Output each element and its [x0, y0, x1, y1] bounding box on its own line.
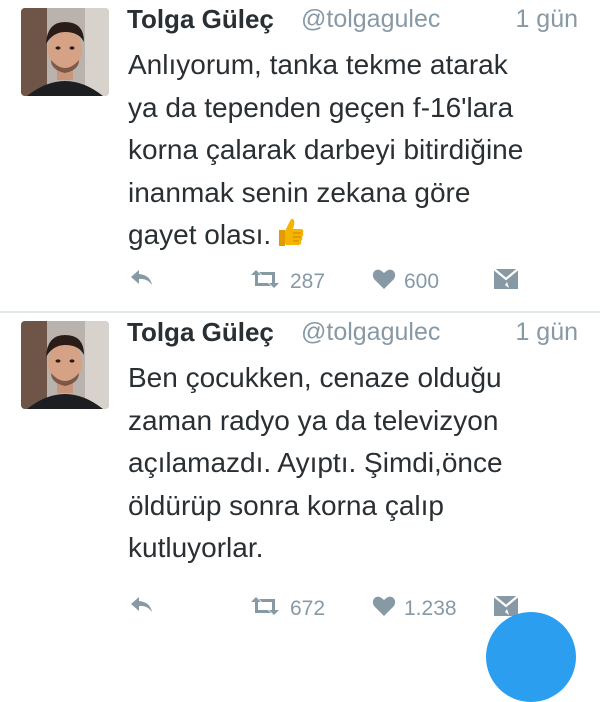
- tweet-text-line: Anlıyorum, tanka tekme atarak: [128, 49, 508, 80]
- tweet-timestamp[interactable]: 1 gün: [515, 318, 578, 347]
- heart-icon: [372, 595, 396, 623]
- retweet-count: 672: [290, 597, 326, 620]
- tweet-timestamp[interactable]: 1 gün: [515, 5, 578, 34]
- author-name[interactable]: Tolga Güleç: [127, 4, 274, 35]
- retweet-count: 287: [290, 270, 326, 293]
- reply-button[interactable]: [129, 595, 155, 621]
- tweet-text-line: inanmak senin zekana göre: [128, 176, 471, 208]
- tweet-text-line-last: gayet olası.: [128, 214, 583, 261]
- tweet-text: Anlıyorum, tanka tekme atarak ya da tepe…: [128, 44, 583, 261]
- reply-icon: [129, 595, 155, 621]
- avatar-image: [21, 321, 109, 409]
- retweet-icon: [248, 595, 282, 623]
- tweet-text-line: korna çalarak darbeyi bitirdiğine: [128, 134, 524, 165]
- avatar[interactable]: [21, 8, 109, 96]
- tweet-text-line: zaman radyo ya da televizyon: [128, 404, 499, 436]
- like-button[interactable]: 600: [372, 268, 439, 296]
- compose-fab[interactable]: [486, 612, 576, 702]
- reply-icon: [129, 268, 155, 294]
- author-name[interactable]: Tolga Güleç: [127, 317, 274, 348]
- retweet-button[interactable]: 672: [248, 595, 325, 623]
- tweet-text: Ben çocukken, cenaze olduğu zaman radyo …: [128, 357, 583, 570]
- tweet-text-line: kutluyorlar.: [128, 532, 264, 563]
- heart-icon: [372, 268, 396, 296]
- tweet-2[interactable]: Tolga Güleç @tolgagulec 1 gün Ben çocukk…: [0, 313, 600, 632]
- tweet-text-line: gayet olası.: [128, 219, 272, 250]
- retweet-icon: [248, 268, 282, 296]
- author-handle[interactable]: @tolgagulec: [301, 5, 440, 34]
- tweet-text-line: ya da tependen geçen f-16'lara: [128, 91, 514, 123]
- tweet-text-line: öldürüp sonra korna çalıp: [128, 489, 444, 521]
- tweet-1[interactable]: Tolga Güleç @tolgagulec 1 gün Anlıyorum,…: [0, 0, 600, 312]
- author-handle[interactable]: @tolgagulec: [301, 318, 440, 347]
- reply-button[interactable]: [129, 268, 155, 294]
- direct-message-button[interactable]: [493, 268, 519, 296]
- like-count: 600: [404, 270, 440, 293]
- avatar[interactable]: [21, 321, 109, 409]
- direct-message-icon: [493, 268, 519, 296]
- avatar-image: [21, 8, 109, 96]
- tweet-text-line: Ben çocukken, cenaze olduğu: [128, 362, 502, 393]
- retweet-button[interactable]: 287: [248, 268, 325, 296]
- thumbs-up-icon: [275, 216, 305, 261]
- like-button[interactable]: 1.238: [372, 595, 457, 623]
- tweet-text-line: açılamazdı. Ayıptı. Şimdi,önce: [128, 447, 503, 478]
- like-count: 1.238: [404, 597, 457, 620]
